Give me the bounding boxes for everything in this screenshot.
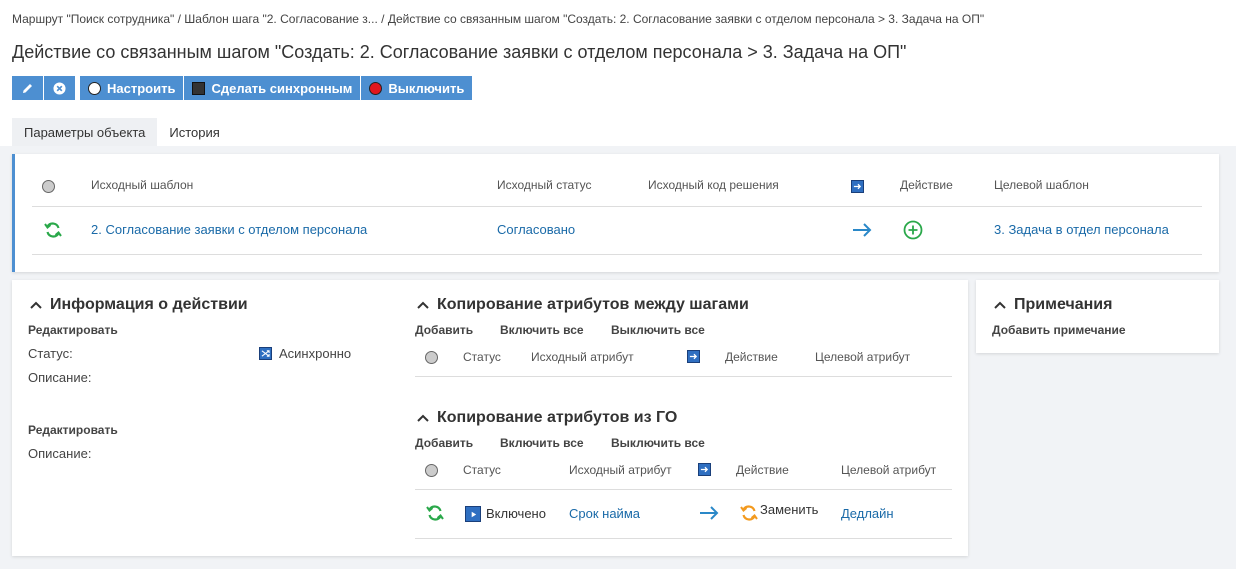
edit-button[interactable] bbox=[12, 76, 44, 100]
pencil-icon bbox=[22, 84, 32, 93]
header-source-code: Исходный код решения bbox=[648, 178, 779, 192]
disable-label: Выключить bbox=[388, 80, 465, 96]
disable-button[interactable]: Выключить bbox=[361, 76, 474, 100]
delete-button[interactable] bbox=[44, 76, 76, 100]
chevron-up-icon bbox=[417, 301, 429, 309]
make-sync-button[interactable]: Сделать синхронным bbox=[184, 76, 362, 100]
add-note-button[interactable]: Добавить примечание bbox=[992, 323, 1126, 337]
close-circle-icon bbox=[53, 81, 66, 95]
details-card: Информация о действии Редактировать Стат… bbox=[12, 280, 968, 556]
copy-go-add-button[interactable]: Добавить bbox=[415, 436, 473, 450]
notes-section-header[interactable]: Примечания bbox=[994, 296, 1112, 314]
red-circle-icon bbox=[369, 81, 383, 95]
copy-steps-disable-all-button[interactable]: Выключить все bbox=[611, 323, 705, 337]
header-source-status: Исходный статус bbox=[497, 178, 592, 192]
copy-steps-enable-all-button[interactable]: Включить все bbox=[500, 323, 584, 337]
row-target-attr-link[interactable]: Дедлайн bbox=[841, 506, 894, 521]
header-action: Действие bbox=[736, 463, 789, 477]
edit-description-link[interactable]: Редактировать bbox=[28, 423, 118, 437]
copy-go-disable-all-button[interactable]: Выключить все bbox=[611, 436, 705, 450]
select-all-circle-icon[interactable] bbox=[42, 180, 55, 193]
description-label-2: Описание: bbox=[28, 446, 92, 461]
arrow-right-icon bbox=[853, 223, 872, 237]
copy-go-enable-all-button[interactable]: Включить все bbox=[500, 436, 584, 450]
shuffle-icon bbox=[259, 347, 272, 360]
breadcrumb-item-route[interactable]: Маршрут "Поиск сотрудника" bbox=[12, 12, 174, 26]
arrow-right-icon bbox=[700, 506, 719, 520]
toolbar: Настроить Сделать синхронным Выключить bbox=[12, 76, 474, 100]
row-action: Заменить bbox=[760, 502, 819, 517]
divider bbox=[415, 538, 952, 539]
tabs: Параметры объекта История bbox=[12, 118, 232, 147]
header-target-attr: Целевой атрибут bbox=[841, 463, 937, 477]
chevron-up-icon bbox=[994, 301, 1006, 309]
make-sync-label: Сделать синхронным bbox=[211, 80, 353, 96]
description-label: Описание: bbox=[28, 370, 92, 385]
refresh-icon[interactable] bbox=[43, 220, 63, 240]
source-status-link[interactable]: Согласовано bbox=[497, 222, 575, 237]
header-status: Статус bbox=[463, 350, 501, 364]
info-section-title: Информация о действии bbox=[50, 296, 248, 313]
square-icon bbox=[192, 81, 206, 95]
divider bbox=[415, 489, 952, 490]
header-target-template: Целевой шаблон bbox=[994, 178, 1089, 192]
configure-button[interactable]: Настроить bbox=[80, 76, 185, 100]
tab-history[interactable]: История bbox=[157, 118, 231, 147]
breadcrumb-separator: / bbox=[377, 12, 388, 26]
tab-object-params[interactable]: Параметры объекта bbox=[12, 118, 158, 147]
notes-card: Примечания Добавить примечание bbox=[976, 280, 1219, 353]
chevron-up-icon bbox=[30, 301, 42, 309]
header-source-attr: Исходный атрибут bbox=[531, 350, 634, 364]
breadcrumb-item-current: Действие со связанным шагом "Создать: 2.… bbox=[387, 12, 985, 26]
circle-icon bbox=[88, 81, 101, 95]
transition-card: Исходный шаблон Исходный статус Исходный… bbox=[12, 154, 1219, 272]
status-label: Статус: bbox=[28, 346, 73, 361]
breadcrumb-item-step-template[interactable]: Шаблон шага "2. Согласование з... bbox=[184, 12, 378, 26]
add-circle-icon bbox=[903, 220, 923, 240]
copy-steps-section-title: Копирование атрибутов между шагами bbox=[437, 296, 749, 313]
copy-steps-add-button[interactable]: Добавить bbox=[415, 323, 473, 337]
edit-status-link[interactable]: Редактировать bbox=[28, 323, 118, 337]
header-action: Действие bbox=[725, 350, 778, 364]
divider bbox=[32, 206, 1202, 207]
chevron-up-icon bbox=[417, 414, 429, 422]
play-icon bbox=[465, 506, 481, 522]
breadcrumb-separator: / bbox=[174, 12, 185, 26]
notes-section-title: Примечания bbox=[1014, 296, 1113, 313]
divider bbox=[32, 254, 1202, 255]
header-action: Действие bbox=[900, 178, 953, 192]
header-status: Статус bbox=[463, 463, 501, 477]
refresh-icon[interactable] bbox=[425, 503, 445, 523]
configure-label: Настроить bbox=[107, 80, 176, 96]
arrow-square-icon bbox=[698, 463, 711, 476]
select-all-circle-icon[interactable] bbox=[425, 464, 438, 477]
row-status: Включено bbox=[486, 506, 546, 521]
target-template-link[interactable]: 3. Задача в отдел персонала bbox=[994, 222, 1169, 237]
source-template-link[interactable]: 2. Согласование заявки с отделом персона… bbox=[91, 222, 367, 237]
header-source-template: Исходный шаблон bbox=[91, 178, 194, 192]
arrow-square-icon bbox=[687, 350, 700, 363]
info-section-header[interactable]: Информация о действии bbox=[30, 296, 248, 314]
header-target-attr: Целевой атрибут bbox=[815, 350, 911, 364]
copy-go-section-title: Копирование атрибутов из ГО bbox=[437, 409, 678, 426]
breadcrumb: Маршрут "Поиск сотрудника" / Шаблон шага… bbox=[12, 12, 984, 26]
select-all-circle-icon[interactable] bbox=[425, 351, 438, 364]
header-source-attr: Исходный атрибут bbox=[569, 463, 672, 477]
page-title: Действие со связанным шагом "Создать: 2.… bbox=[12, 42, 907, 62]
divider bbox=[415, 376, 952, 377]
arrow-square-icon bbox=[851, 180, 864, 193]
copy-steps-section-header[interactable]: Копирование атрибутов между шагами bbox=[417, 296, 749, 314]
status-value: Асинхронно bbox=[279, 346, 352, 361]
copy-go-section-header[interactable]: Копирование атрибутов из ГО bbox=[417, 409, 677, 427]
replace-icon bbox=[740, 505, 758, 521]
row-source-attr-link[interactable]: Срок найма bbox=[569, 506, 640, 521]
